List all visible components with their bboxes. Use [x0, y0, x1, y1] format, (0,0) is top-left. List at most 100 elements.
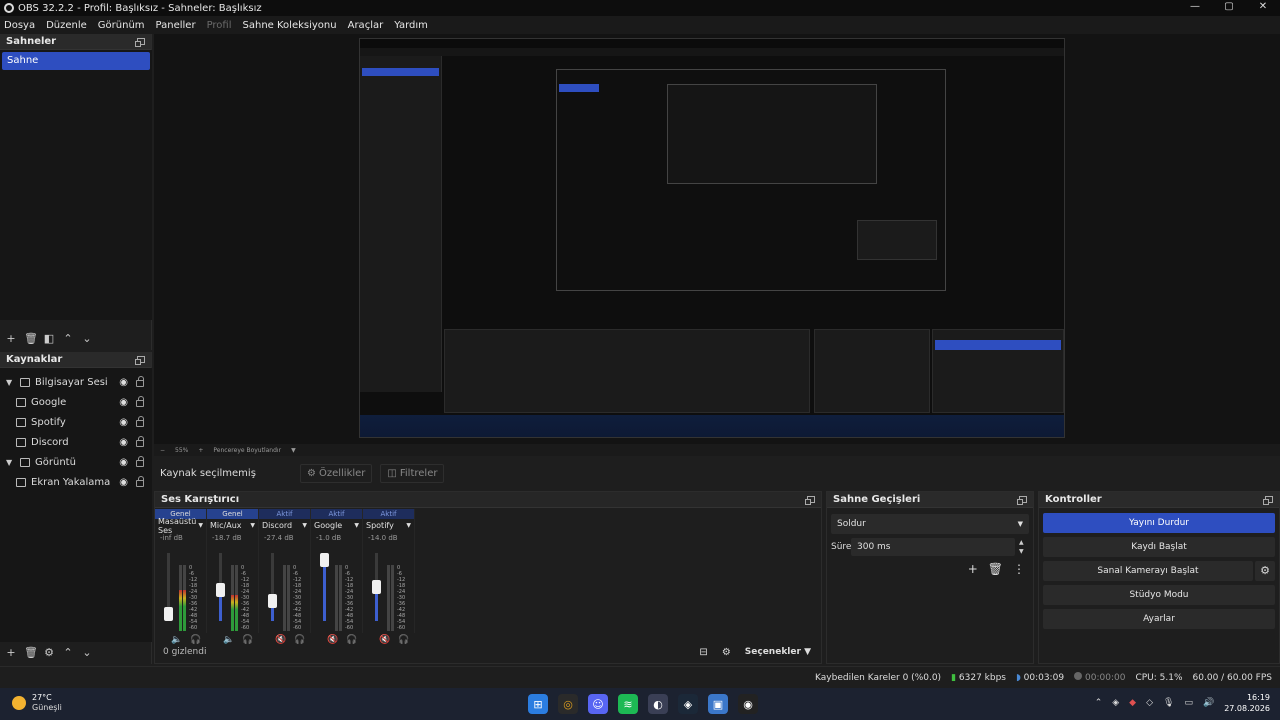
filters-button[interactable]: ◫ Filtreler: [380, 463, 445, 483]
lock-icon[interactable]: [136, 396, 144, 407]
stop-stream-button[interactable]: Yayını Durdur: [1043, 513, 1275, 533]
lock-icon[interactable]: [136, 456, 144, 467]
studio-mode-button[interactable]: Stüdyo Modu: [1043, 585, 1275, 605]
volume-slider[interactable]: [164, 553, 173, 621]
volume-slider[interactable]: [216, 553, 225, 621]
start-virtual-camera-button[interactable]: Sanal Kamerayı Başlat: [1043, 561, 1253, 581]
steam-icon[interactable]: ◈: [678, 694, 698, 714]
windows-start-icon[interactable]: ⊞: [528, 694, 548, 714]
menu-file[interactable]: Dosya: [4, 20, 35, 31]
undock-icon[interactable]: [805, 496, 815, 505]
spotify-icon[interactable]: ≋: [618, 694, 638, 714]
security-icon[interactable]: ◐: [648, 694, 668, 714]
move-up-icon[interactable]: ⌃: [62, 332, 74, 345]
source-item-goruntu[interactable]: ▼ Görüntü ◉: [0, 452, 152, 472]
fit-to-window[interactable]: Pencereye Boyutlandır: [213, 447, 281, 454]
settings-button[interactable]: Ayarlar: [1043, 609, 1275, 629]
menu-profile[interactable]: Profil: [207, 20, 232, 31]
channel-name-button[interactable]: Discord ▼: [259, 519, 310, 532]
add-source-icon[interactable]: +: [5, 646, 17, 659]
eye-icon[interactable]: ◉: [119, 377, 128, 388]
volume-handle[interactable]: [216, 583, 225, 597]
discord-icon[interactable]: ☺: [588, 694, 608, 714]
channel-name-button[interactable]: Google ▼: [311, 519, 362, 532]
remove-source-icon[interactable]: 🗑: [24, 646, 38, 659]
undock-icon[interactable]: [135, 38, 145, 47]
channel-name-button[interactable]: Spotify ▼: [363, 519, 414, 532]
preview-canvas[interactable]: [359, 38, 1065, 438]
lock-icon[interactable]: [136, 476, 144, 487]
undock-icon[interactable]: [135, 356, 145, 365]
advanced-audio-icon[interactable]: ⚙: [722, 647, 731, 658]
move-down-icon[interactable]: ⌄: [81, 332, 93, 345]
source-properties-icon[interactable]: ⚙: [43, 646, 55, 659]
layout-toggle-icon[interactable]: ⊟: [699, 647, 707, 658]
undock-icon[interactable]: [1017, 496, 1027, 505]
menu-docks[interactable]: Paneller: [156, 20, 196, 31]
zoom-level[interactable]: 55%: [175, 447, 188, 454]
remove-transition-icon[interactable]: 🗑: [988, 562, 1003, 576]
chevron-down-icon[interactable]: ▼: [291, 447, 296, 454]
volume-slider[interactable]: [268, 553, 277, 621]
eye-icon[interactable]: ◉: [119, 437, 128, 448]
properties-button[interactable]: ⚙ Özellikler: [300, 463, 373, 483]
menu-scene-collection[interactable]: Sahne Koleksiyonu: [243, 20, 337, 31]
obs-icon[interactable]: ◉: [738, 694, 758, 714]
duration-stepper[interactable]: ▲ ▼: [1019, 538, 1024, 556]
volume-slider[interactable]: [372, 553, 381, 621]
filters-icon[interactable]: ◧: [43, 332, 55, 345]
more-options-icon[interactable]: ⋮: [1013, 562, 1025, 576]
move-up-icon[interactable]: ⌃: [62, 646, 74, 659]
steam-tray-icon[interactable]: ◈: [1112, 698, 1119, 708]
start-recording-button[interactable]: Kaydı Başlat: [1043, 537, 1275, 557]
move-down-icon[interactable]: ⌄: [81, 646, 93, 659]
virtual-camera-settings-icon[interactable]: ⚙: [1255, 561, 1275, 581]
source-item-bilgisayar-sesi[interactable]: ▼ Bilgisayar Sesi ◉: [0, 372, 152, 392]
eye-icon[interactable]: ◉: [119, 397, 128, 408]
undock-icon[interactable]: [1263, 496, 1273, 505]
tray-app-icon[interactable]: ◇: [1146, 698, 1153, 708]
lock-icon[interactable]: [136, 436, 144, 447]
maximize-icon[interactable]: ▢: [1212, 0, 1246, 16]
chevron-down-icon[interactable]: ▼: [6, 458, 16, 467]
menu-help[interactable]: Yardım: [394, 20, 428, 31]
volume-handle[interactable]: [164, 607, 173, 621]
lock-icon[interactable]: [136, 376, 144, 387]
add-scene-icon[interactable]: +: [5, 332, 17, 345]
zoom-in-icon[interactable]: +: [198, 447, 203, 454]
menu-tools[interactable]: Araçlar: [348, 20, 384, 31]
clock[interactable]: 16:19 27.08.2026: [1224, 692, 1270, 714]
minimize-icon[interactable]: —: [1178, 0, 1212, 16]
remove-scene-icon[interactable]: 🗑: [24, 332, 38, 345]
chevron-down-icon[interactable]: ▼: [6, 378, 16, 387]
source-item-google[interactable]: Google ◉: [0, 392, 152, 412]
volume-icon[interactable]: 🔊: [1203, 698, 1214, 708]
zoom-out-icon[interactable]: −: [160, 447, 165, 454]
source-item-spotify[interactable]: Spotify ◉: [0, 412, 152, 432]
volume-slider[interactable]: [320, 553, 329, 621]
network-icon[interactable]: ▭: [1184, 698, 1193, 708]
chrome-icon[interactable]: ◎: [558, 694, 578, 714]
source-item-ekran-yakalama[interactable]: Ekran Yakalama ◉: [0, 472, 152, 492]
microphone-icon[interactable]: 🎙: [1163, 698, 1174, 708]
source-item-discord[interactable]: Discord ◉: [0, 432, 152, 452]
scene-item[interactable]: Sahne: [2, 52, 150, 70]
menu-view[interactable]: Görünüm: [98, 20, 145, 31]
volume-handle[interactable]: [268, 594, 277, 608]
volume-handle[interactable]: [372, 580, 381, 594]
eye-icon[interactable]: ◉: [119, 417, 128, 428]
channel-name-button[interactable]: Masaüstü Ses ▼: [155, 517, 206, 535]
close-icon[interactable]: ✕: [1246, 0, 1280, 16]
transition-select[interactable]: Soldur ▼: [831, 514, 1029, 534]
menu-edit[interactable]: Düzenle: [46, 20, 87, 31]
weather-widget[interactable]: 27°C Güneşli: [12, 693, 62, 713]
photos-icon[interactable]: ▣: [708, 694, 728, 714]
tray-app-icon[interactable]: ◆: [1129, 698, 1136, 708]
mixer-options-button[interactable]: Seçenekler ▼: [745, 647, 811, 657]
channel-name-button[interactable]: Mic/Aux ▼: [207, 519, 258, 532]
duration-input[interactable]: 300 ms: [851, 538, 1015, 556]
lock-icon[interactable]: [136, 416, 144, 427]
volume-handle[interactable]: [320, 553, 329, 567]
eye-icon[interactable]: ◉: [119, 477, 128, 488]
chevron-up-icon[interactable]: ⌃: [1095, 698, 1103, 708]
